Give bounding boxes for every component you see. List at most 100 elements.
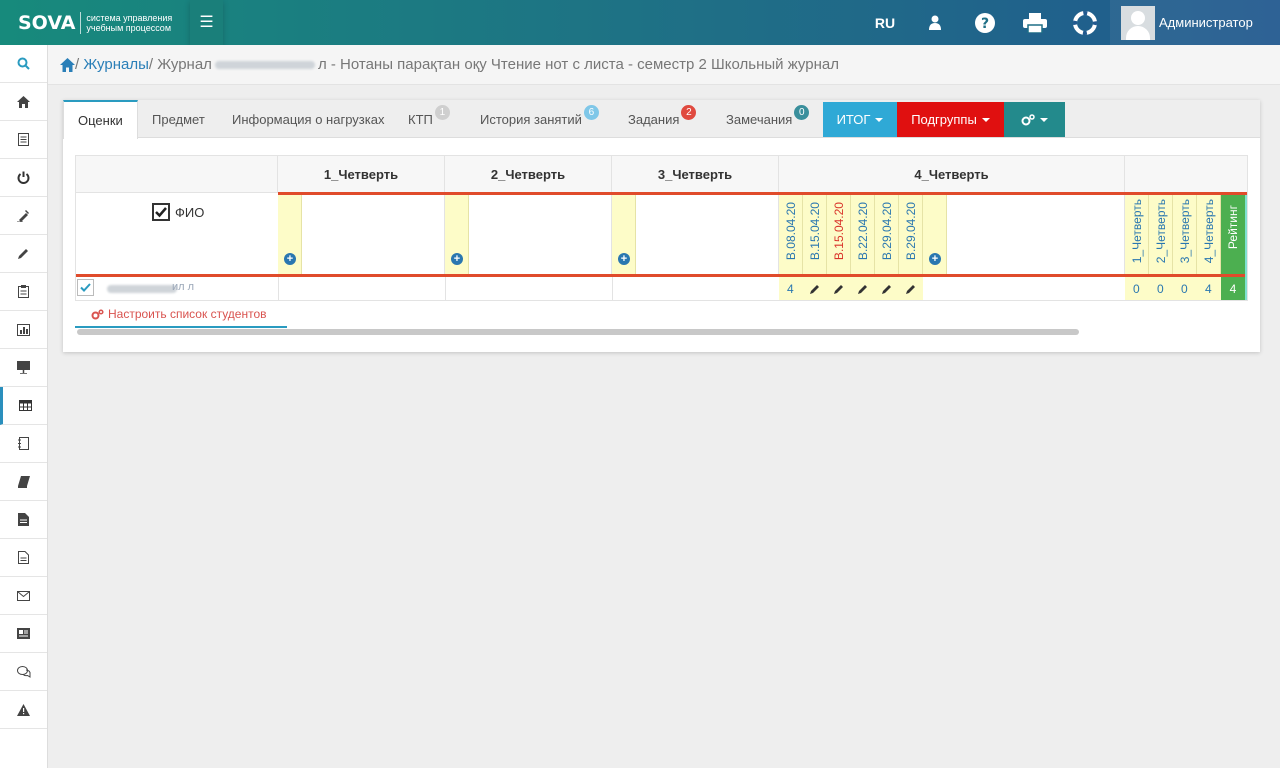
summary-column: 1_Четверть (1125, 195, 1149, 274)
journal-panel: Оценки Предмет Информация о нагрузках КТ… (63, 100, 1260, 352)
pen-nib-icon (17, 210, 29, 222)
divider (612, 277, 613, 300)
sidebar-item-warnings[interactable] (0, 691, 47, 729)
summary-label: 3_Четверть (1178, 199, 1192, 264)
date-column[interactable]: В.29.04.20 (899, 195, 923, 274)
print-button[interactable] (1010, 0, 1060, 45)
summary-value: 0 (1181, 282, 1188, 296)
sidebar-item-notebook[interactable] (0, 425, 47, 463)
tab-ktp-label: КТП (408, 111, 433, 127)
clipboard-icon (18, 285, 29, 298)
quarter-3-body (612, 195, 779, 274)
user-name: Администратор (1159, 15, 1253, 30)
tab-remarks-label: Замечания (726, 111, 793, 127)
add-lesson-icon[interactable]: + (284, 253, 296, 265)
date-column[interactable]: В.15.04.20 (827, 195, 851, 274)
date-column[interactable]: В.08.04.20 (779, 195, 803, 274)
pencil-icon[interactable] (905, 283, 917, 295)
tasks-badge: 2 (681, 104, 697, 120)
quarter-header-1: 1_Четверть (278, 156, 445, 193)
power-icon (17, 171, 30, 184)
date-column[interactable]: В.22.04.20 (851, 195, 875, 274)
date-label: В.15.04.20 (832, 202, 846, 261)
tab-ktp[interactable]: КТП 1 (408, 100, 450, 138)
settings-dropdown-button[interactable] (1004, 102, 1065, 137)
sidebar-item-search[interactable] (0, 45, 47, 83)
breadcrumb: / Журналы / Журнал л - Нотаны парақтан о… (48, 45, 1280, 85)
rating-value: 4 (1221, 277, 1245, 300)
add-lesson-icon[interactable]: + (929, 253, 941, 265)
summary-label: 4_Четверть (1202, 199, 1216, 264)
tab-history[interactable]: История занятий 6 (480, 100, 599, 138)
breadcrumb-journals-link[interactable]: Журналы (83, 56, 149, 73)
support-button[interactable] (1060, 0, 1110, 45)
sidebar-item-tasks[interactable] (0, 273, 47, 311)
check-icon (155, 207, 167, 218)
date-label: В.22.04.20 (856, 202, 870, 261)
configure-students-link[interactable]: Настроить список студентов (75, 302, 287, 328)
sidebar-item-mail[interactable] (0, 577, 47, 615)
sidebar-item-power[interactable] (0, 159, 47, 197)
sidebar-item-documents[interactable] (0, 121, 47, 159)
home-icon[interactable] (60, 57, 75, 72)
pencil-icon[interactable] (857, 283, 869, 295)
sidebar-item-news[interactable] (0, 615, 47, 653)
avatar (1121, 5, 1155, 40)
select-all-checkbox[interactable] (152, 203, 170, 221)
tab-tasks[interactable]: Задания 2 (628, 100, 697, 138)
date-label: В.15.04.20 (808, 202, 822, 261)
ktp-badge: 1 (434, 104, 450, 120)
sidebar-item-graduation[interactable] (0, 197, 47, 235)
configure-students-label: Настроить список студентов (108, 307, 267, 321)
sidebar-item-chat[interactable] (0, 653, 47, 691)
sidebar-item-book[interactable] (0, 463, 47, 501)
remarks-badge: 0 (794, 104, 810, 120)
tab-grades-label: Оценки (78, 113, 123, 128)
sidebar-item-presentation[interactable] (0, 349, 47, 387)
grade-cells (779, 277, 923, 300)
lifebuoy-icon (1073, 10, 1097, 35)
redacted-student-name (107, 285, 177, 293)
tab-subject[interactable]: Предмет (152, 100, 205, 138)
sidebar-item-statistics[interactable] (0, 311, 47, 349)
add-lesson-icon[interactable]: + (618, 253, 630, 265)
tab-remarks[interactable]: Замечания 0 (726, 100, 810, 138)
sidebar-item-home[interactable] (0, 83, 47, 121)
breadcrumb-journal-title: л - Нотаны парақтан оқу Чтение нот с лис… (317, 56, 839, 73)
tab-load-info-label: Информация о нагрузках (232, 111, 385, 127)
quarter-2-body (445, 195, 612, 274)
date-label: В.29.04.20 (904, 202, 918, 261)
sidebar-item-files[interactable] (0, 501, 47, 539)
date-column[interactable]: В.29.04.20 (875, 195, 899, 274)
profile-button[interactable] (910, 0, 960, 45)
grid-corner (76, 156, 278, 193)
file-icon (18, 551, 29, 564)
quarter-header-3: 3_Четверть (612, 156, 779, 193)
subgroups-dropdown-button[interactable]: Подгруппы (897, 102, 1004, 137)
menu-toggle-button[interactable]: ☰ (190, 0, 223, 45)
student-checkbox[interactable] (77, 279, 94, 296)
help-button[interactable]: ? (960, 0, 1010, 45)
date-column[interactable]: В.15.04.20 (803, 195, 827, 274)
student-name-fragment[interactable]: ил л (172, 281, 194, 293)
grade-cell[interactable]: 4 (787, 282, 794, 296)
pencil-icon[interactable] (881, 283, 893, 295)
summary-column: 2_Четверть (1149, 195, 1173, 274)
total-dropdown-button[interactable]: ИТОГ (823, 102, 897, 137)
sidebar-item-journal[interactable] (0, 387, 47, 425)
add-lesson-icon[interactable]: + (451, 253, 463, 265)
pencil-icon[interactable] (809, 283, 821, 295)
horizontal-scrollbar[interactable] (77, 329, 1079, 335)
tab-grades[interactable]: Оценки (63, 100, 138, 139)
home-icon (17, 95, 30, 108)
logo[interactable]: SOVA система управления учебным процессо… (0, 0, 190, 45)
tab-load-info[interactable]: Информация о нагрузках (232, 100, 384, 138)
sidebar-item-reports[interactable] (0, 539, 47, 577)
pencil-icon[interactable] (833, 283, 845, 295)
user-menu[interactable]: Администратор (1110, 0, 1280, 45)
sidebar-item-edit[interactable] (0, 235, 47, 273)
gears-icon (1021, 113, 1035, 125)
question-icon: ? (975, 12, 995, 33)
language-switch[interactable]: RU (860, 0, 910, 45)
total-label: ИТОГ (836, 112, 871, 127)
